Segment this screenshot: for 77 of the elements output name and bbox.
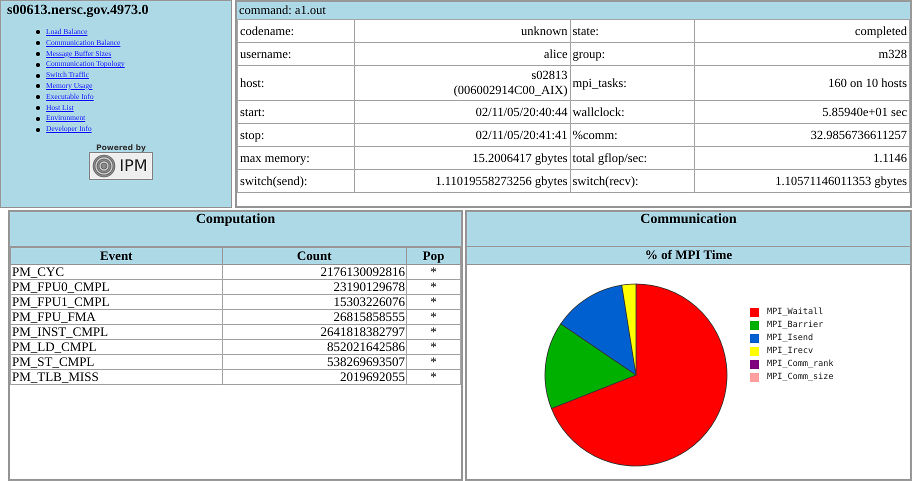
field-value: 1.1146 — [694, 146, 910, 170]
column-header: Pop — [406, 248, 460, 264]
table-cell: 15303226076 — [222, 294, 406, 310]
field-label: state: — [570, 20, 695, 42]
table-cell: * — [406, 264, 460, 280]
bullet-icon — [36, 52, 40, 56]
bullet-icon — [36, 41, 40, 46]
field-value: m328 — [694, 42, 910, 66]
table-cell: PM_FPU1_CMPL — [10, 294, 222, 310]
field-label: switch(send): — [238, 170, 355, 192]
bullet-icon — [36, 62, 40, 67]
table-cell: 538269693507 — [222, 354, 406, 370]
field-label: codename: — [238, 20, 355, 42]
field-label: max memory: — [238, 146, 355, 170]
field-label: wallclock: — [570, 100, 695, 124]
field-label: host: — [238, 66, 355, 100]
legend-label: MPI_Comm_rank — [767, 359, 834, 369]
field-value: 160 on 10 hosts — [694, 66, 910, 100]
field-label: start: — [238, 100, 355, 124]
field-label: %comm: — [570, 124, 695, 146]
field-value: completed — [694, 20, 910, 42]
legend-label: MPI_Irecv — [767, 346, 814, 356]
table-cell: PM_TLB_MISS — [10, 370, 222, 384]
table-cell: 23190129678 — [222, 280, 406, 294]
table-cell: PM_INST_CMPL — [10, 324, 222, 340]
bullet-icon — [36, 128, 40, 132]
bullet-icon — [36, 30, 40, 34]
field-value: unknown — [354, 20, 570, 42]
table-cell: * — [406, 310, 460, 324]
field-value: 1.11019558273256 gbytes — [354, 170, 570, 192]
job-title: s00613.nersc.gov.4973.0 — [7, 3, 150, 19]
field-label: stop: — [238, 124, 355, 146]
table-cell: * — [406, 370, 460, 384]
bullet-icon — [36, 116, 40, 121]
column-header: Event — [10, 248, 222, 264]
field-value: s02813 (006002914C00_AIX) — [354, 66, 570, 100]
bullet-icon — [36, 106, 40, 110]
table-cell: * — [406, 324, 460, 340]
table-cell: * — [406, 340, 460, 354]
table-cell: * — [406, 294, 460, 310]
field-value: 02/11/05/20:40:44 — [354, 100, 570, 124]
table-cell: 2019692055 — [222, 370, 406, 384]
table-cell: 2641818382797 — [222, 324, 406, 340]
table-cell: 852021642586 — [222, 340, 406, 354]
table-cell: PM_ST_CMPL — [10, 354, 222, 370]
column-header: Count — [222, 248, 406, 264]
field-value: 15.2006417 gbytes — [354, 146, 570, 170]
field-value: 02/11/05/20:41:41 — [354, 124, 570, 146]
table-cell: * — [406, 354, 460, 370]
legend-label: MPI_Waitall — [767, 307, 824, 317]
field-label: group: — [570, 42, 695, 66]
bullet-icon — [36, 95, 40, 100]
table-cell: PM_FPU_FMA — [10, 310, 222, 324]
legend-label: MPI_Isend — [767, 333, 814, 343]
table-cell: 26815858555 — [222, 310, 406, 324]
chart-title: % of MPI Time — [467, 247, 910, 265]
field-value: 5.85940e+01 sec — [694, 100, 910, 124]
table-cell: PM_LD_CMPL — [10, 340, 222, 354]
bullet-icon — [36, 84, 40, 88]
table-cell: 2176130092816 — [222, 264, 406, 280]
field-label: switch(recv): — [570, 170, 695, 192]
field-value: 1.10571146011353 gbytes — [694, 170, 910, 192]
panel-title: Computation — [10, 212, 461, 247]
field-label: username: — [238, 42, 355, 66]
table-cell: PM_FPU0_CMPL — [10, 280, 222, 294]
legend-label: MPI_Comm_size — [767, 372, 834, 382]
panel-title: Communication — [467, 212, 910, 247]
field-value: 32.9856736611257 — [694, 124, 910, 146]
command-header: command: a1.out — [237, 2, 910, 19]
table-cell: PM_CYC — [10, 264, 222, 280]
legend-label: MPI_Barrier — [767, 320, 824, 330]
logo-text: IPM — [119, 156, 148, 176]
field-label: total gflop/sec: — [570, 146, 695, 170]
field-value: alice — [354, 42, 570, 66]
field-label: mpi_tasks: — [570, 66, 695, 100]
table-cell: * — [406, 280, 460, 294]
bullet-icon — [36, 74, 40, 78]
